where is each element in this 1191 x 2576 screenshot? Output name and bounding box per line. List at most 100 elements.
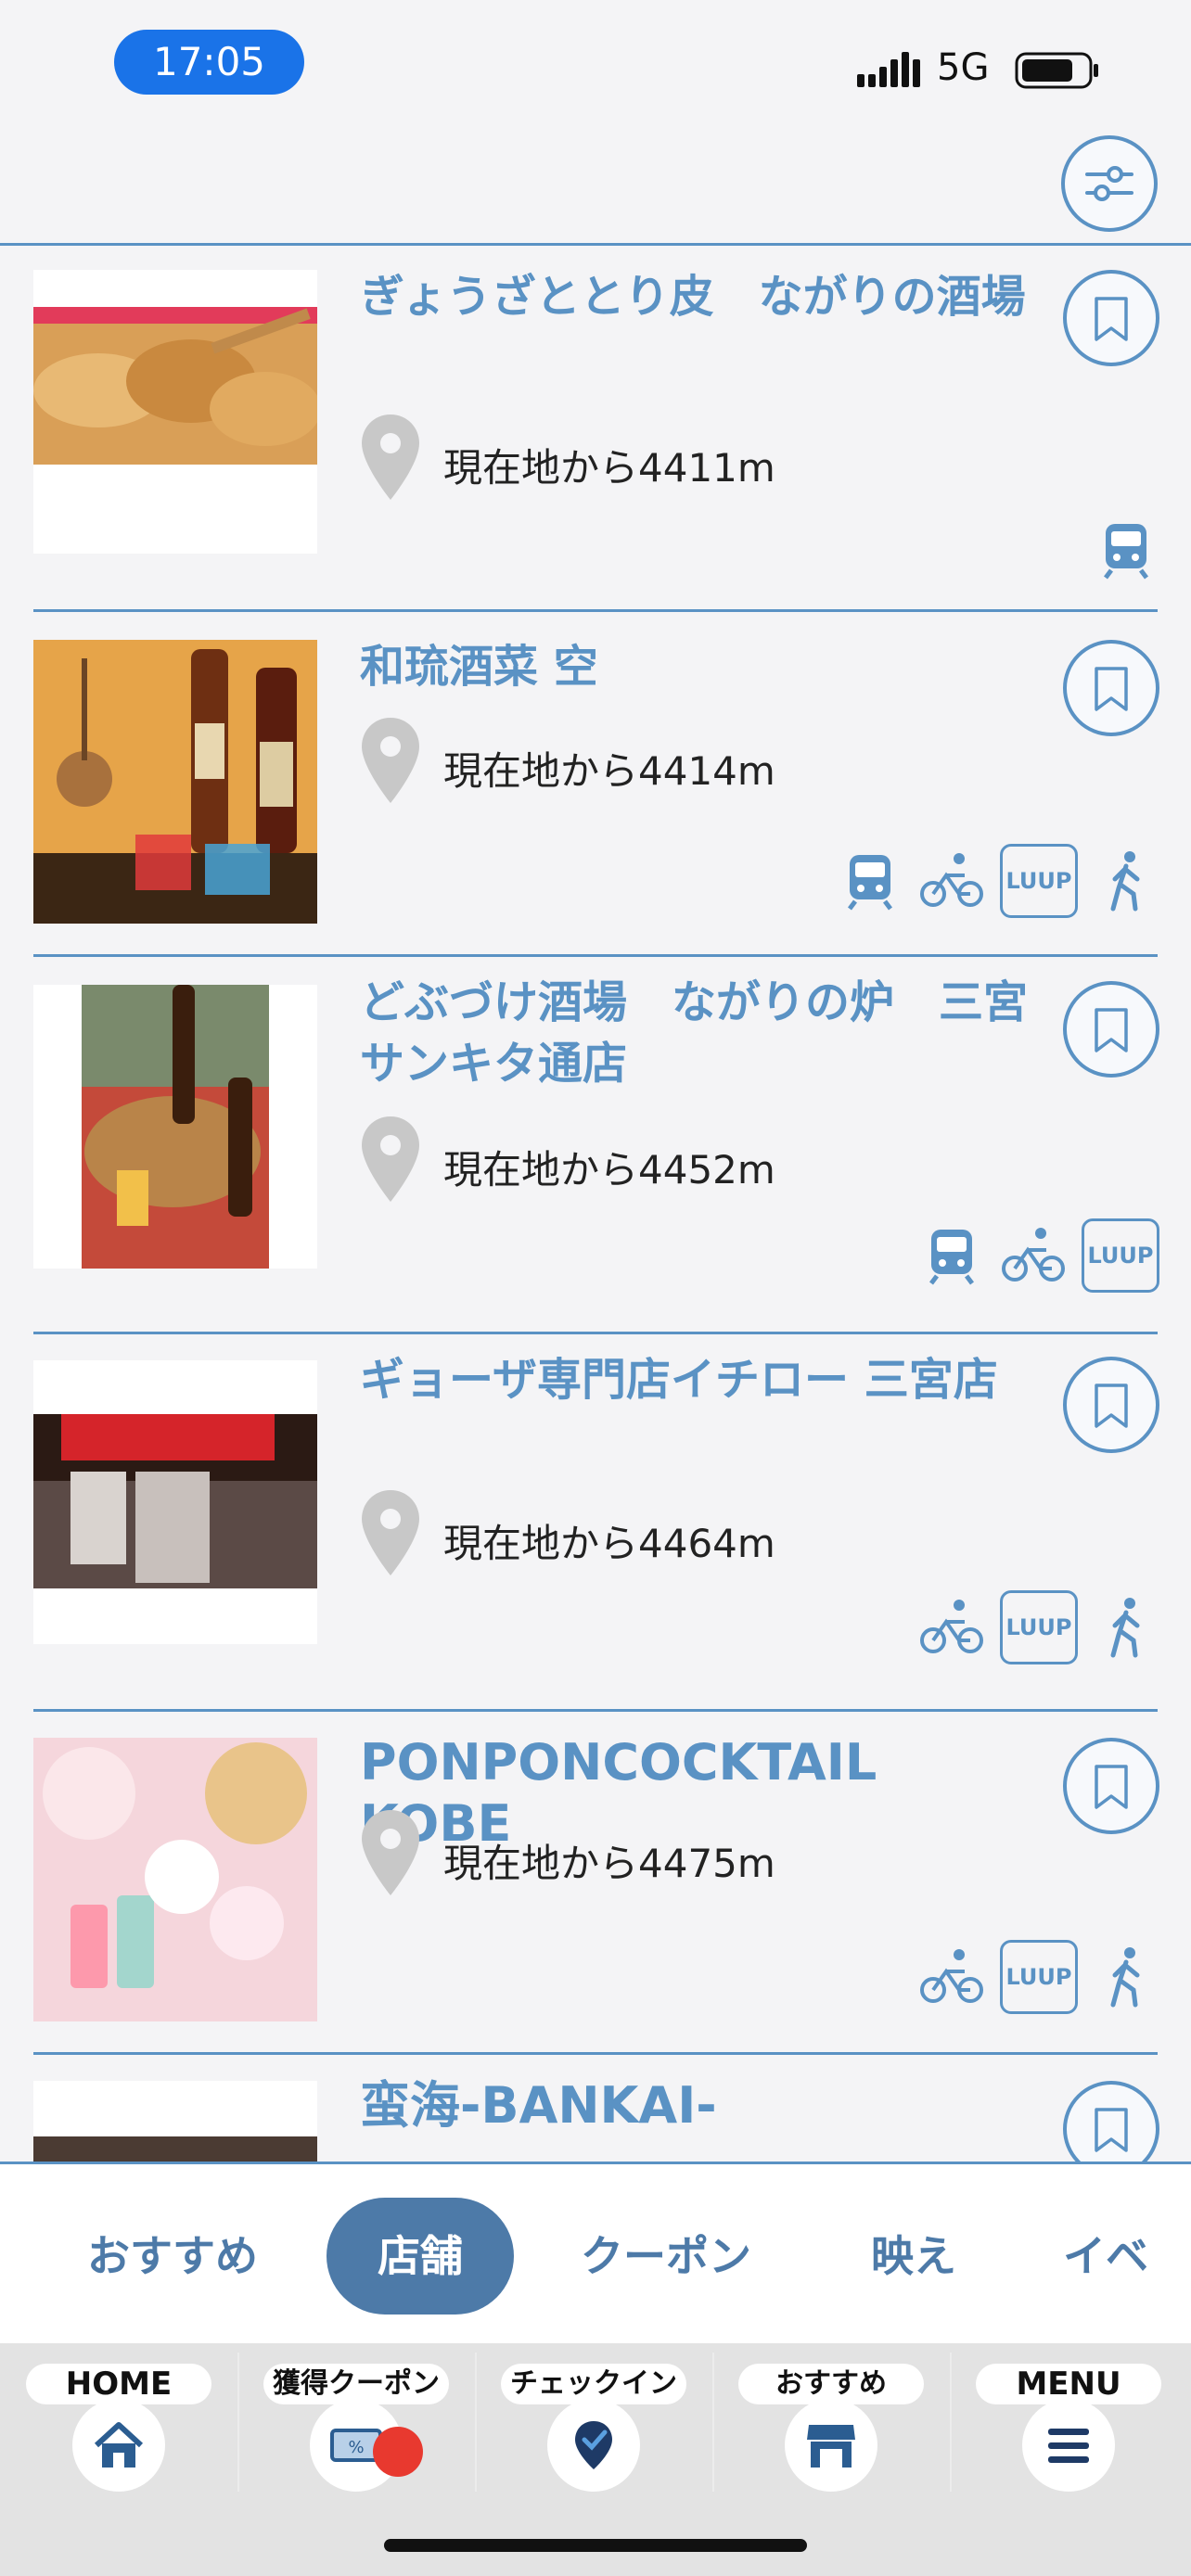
nav-checkin[interactable]: チェックイン: [482, 2354, 705, 2503]
tab-recommended[interactable]: おすすめ: [61, 2198, 284, 2315]
nav-menu[interactable]: MENU: [957, 2354, 1180, 2503]
tab-coupons[interactable]: クーポン: [564, 2198, 768, 2315]
shop-item[interactable]: PONPONCOCKTAIL KOBE 現在地から4475m LUUP: [0, 1712, 1191, 2055]
transport-icons: LUUP: [918, 1588, 1159, 1666]
location-pin-icon: [362, 1810, 419, 1895]
shop-thumbnail[interactable]: [33, 1360, 317, 1644]
nav-separator: [237, 2353, 239, 2492]
train-icon: [1093, 516, 1159, 583]
shop-item[interactable]: ギョーザ専門店イチロー 三宮店 現在地から4464m LUUP: [0, 1334, 1191, 1712]
distance-text: 現在地から4414m: [443, 748, 775, 794]
menu-icon: [1048, 2429, 1089, 2463]
shop-item[interactable]: ぎょうざととり皮 ながりの酒場 現在地から4411m: [0, 246, 1191, 612]
nav-home[interactable]: HOME: [7, 2354, 230, 2503]
bookmark-icon: [1095, 2108, 1128, 2152]
distance-text: 現在地から4452m: [443, 1147, 775, 1192]
storefront-photo-icon: [33, 1360, 317, 1644]
shop-name[interactable]: ギョーザ専門店イチロー 三宮店: [360, 1349, 1028, 1410]
bookmark-button[interactable]: [1063, 1738, 1159, 1834]
luup-badge: LUUP: [1000, 1940, 1078, 2014]
checkin-icon: [575, 2421, 612, 2469]
luup-badge: LUUP: [1000, 844, 1078, 918]
location-pin-icon: [362, 1490, 419, 1575]
luup-badge: LUUP: [1000, 1590, 1078, 1664]
nav-label: チェックイン: [501, 2364, 686, 2404]
shop-list[interactable]: ぎょうざととり皮 ながりの酒場 現在地から4411m 和琉酒菜 空 現在地から4…: [0, 246, 1191, 2162]
transport-icons: LUUP: [837, 842, 1159, 920]
notification-badge: [373, 2427, 423, 2477]
bookmark-icon: [1095, 1765, 1128, 1809]
walk-icon: [1093, 1944, 1159, 2010]
luup-badge: LUUP: [1082, 1218, 1159, 1293]
nav-separator: [475, 2353, 477, 2492]
nav-coupons[interactable]: % 獲得クーポン: [245, 2354, 467, 2503]
tab-stores[interactable]: 店舗: [327, 2198, 514, 2315]
bookmark-button[interactable]: [1063, 2081, 1159, 2162]
shop-name[interactable]: ぎょうざととり皮 ながりの酒場: [360, 266, 1028, 327]
store-icon: [807, 2425, 855, 2468]
gyoza-photo-icon: [33, 270, 317, 554]
status-bar: 17:05 5G: [0, 0, 1191, 121]
shop-thumbnail[interactable]: [33, 270, 317, 554]
bottom-navigation: HOME % 獲得クーポン チェックイン おすすめ MENU: [0, 2343, 1191, 2576]
bookmark-button[interactable]: [1063, 270, 1159, 366]
nav-label: HOME: [26, 2364, 211, 2404]
shop-thumbnail[interactable]: [33, 640, 317, 924]
location-pin-icon: [362, 414, 419, 500]
shop-name[interactable]: 和琉酒菜 空: [360, 636, 1028, 697]
network-type: 5G: [937, 46, 990, 89]
walk-icon: [1093, 848, 1159, 914]
train-icon: [837, 848, 903, 914]
bookmark-icon: [1095, 1384, 1128, 1428]
transport-icons: [1093, 511, 1159, 589]
nav-recommended[interactable]: おすすめ: [720, 2354, 942, 2503]
bookmark-button[interactable]: [1063, 640, 1159, 736]
shop-thumbnail[interactable]: [33, 1738, 317, 2021]
bookmark-icon: [1095, 1008, 1128, 1052]
shop-item[interactable]: 和琉酒菜 空 現在地から4414m LUUP: [0, 612, 1191, 957]
cocktail-photo-icon: [33, 1738, 317, 2021]
shop-item[interactable]: どぶづけ酒場 ながりの炉 三宮サンキタ通店 現在地から4452m LUUP: [0, 957, 1191, 1334]
bicycle-icon: [918, 1944, 985, 2010]
tab-photogenic[interactable]: 映え: [835, 2198, 992, 2315]
transport-icons: LUUP: [918, 1938, 1159, 2016]
nav-separator: [950, 2353, 952, 2492]
cellular-signal-icon: [857, 52, 920, 87]
bookmark-icon: [1095, 297, 1128, 341]
nav-separator: [712, 2353, 714, 2492]
home-icon: [94, 2422, 144, 2468]
shop-name[interactable]: 蛮海-BANKAI-: [360, 2075, 1028, 2136]
filter-button[interactable]: [1061, 135, 1158, 232]
battery-icon: [1015, 52, 1098, 89]
shop-item[interactable]: 蛮海-BANKAI-: [0, 2055, 1191, 2162]
bookmark-icon: [1095, 667, 1128, 711]
distance-text: 現在地から4464m: [443, 1521, 775, 1566]
train-icon: [918, 1222, 985, 1289]
location-pin-icon: [362, 1116, 419, 1202]
shop-thumbnail[interactable]: [33, 2081, 317, 2162]
nav-icon-circle: [547, 2399, 640, 2492]
distance-text: 現在地から4411m: [443, 445, 775, 491]
tab-events[interactable]: イベ: [1063, 2198, 1191, 2315]
sliders-icon: [1085, 166, 1133, 201]
nav-label: おすすめ: [738, 2364, 924, 2404]
bookmark-button[interactable]: [1063, 1357, 1159, 1453]
home-indicator[interactable]: [384, 2539, 807, 2552]
nav-icon-circle: [1022, 2399, 1115, 2492]
bicycle-icon: [1000, 1222, 1067, 1289]
bookmark-button[interactable]: [1063, 981, 1159, 1078]
nav-icon-circle: [785, 2399, 877, 2492]
walk-icon: [1093, 1594, 1159, 1661]
nav-label: MENU: [976, 2364, 1161, 2404]
distance-text: 現在地から4475m: [443, 1841, 775, 1886]
skewers-photo-icon: [33, 985, 317, 1269]
transport-icons: LUUP: [918, 1217, 1159, 1294]
shop-name[interactable]: どぶづけ酒場 ながりの炉 三宮サンキタ通店: [360, 972, 1028, 1094]
nav-icon-circle: [72, 2399, 165, 2492]
restaurant-photo-icon: [33, 2081, 317, 2162]
svg-text:%: %: [348, 2438, 364, 2457]
bicycle-icon: [918, 1594, 985, 1661]
izakaya-photo-icon: [33, 640, 317, 924]
category-tabs: おすすめ 店舗 クーポン 映え イベ: [0, 2162, 1191, 2343]
shop-thumbnail[interactable]: [33, 985, 317, 1269]
